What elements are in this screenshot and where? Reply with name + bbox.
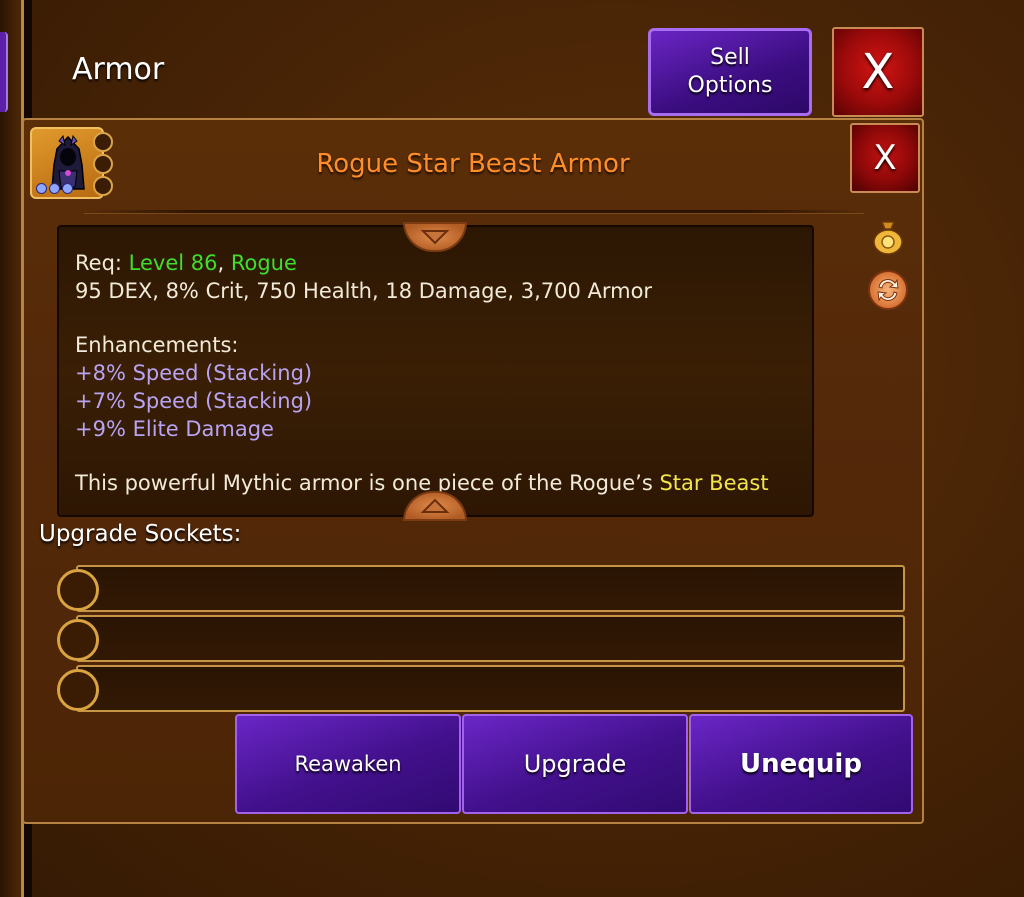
req-class: Rogue	[230, 251, 297, 275]
reawaken-button[interactable]: Reawaken	[235, 714, 461, 814]
set-name: Star Beast	[659, 471, 769, 495]
req-level: Level 86	[128, 251, 218, 275]
gold-bag-icon[interactable]	[868, 216, 908, 256]
gem-icon	[36, 183, 47, 194]
swap-arrows-icon[interactable]	[868, 270, 908, 310]
socket-slot[interactable]	[76, 615, 905, 662]
description-text: This powerful Mythic armor is one piece …	[75, 471, 660, 495]
page-title: Armor	[72, 52, 165, 87]
upgrade-sockets-label: Upgrade Sockets:	[39, 521, 242, 547]
req-separator: ,	[217, 251, 231, 275]
title-divider	[84, 210, 864, 214]
socket-ring-icon[interactable]	[57, 569, 99, 611]
req-prefix: Req:	[75, 251, 129, 275]
gem-row	[36, 183, 73, 194]
triangle-up-icon	[420, 498, 450, 513]
close-button[interactable]: X	[832, 27, 924, 117]
gem-icon	[62, 183, 73, 194]
enhancements-label: Enhancements:	[75, 333, 239, 357]
enhancement-line: +7% Speed (Stacking)	[75, 389, 313, 413]
upgrade-button[interactable]: Upgrade	[462, 714, 688, 814]
enhancement-line: +9% Elite Damage	[75, 417, 274, 441]
item-name: Rogue Star Beast Armor	[316, 149, 630, 179]
icon-socket	[93, 176, 113, 196]
item-description: Req: Level 86, Rogue 95 DEX, 8% Crit, 75…	[75, 249, 800, 497]
triangle-down-icon	[420, 230, 450, 245]
side-tab[interactable]	[0, 32, 8, 112]
item-description-box[interactable]: Req: Level 86, Rogue 95 DEX, 8% Crit, 75…	[57, 225, 814, 517]
socket-slot[interactable]	[76, 565, 905, 612]
socket-ring-icon[interactable]	[57, 669, 99, 711]
socket-slot[interactable]	[76, 665, 905, 712]
gem-icon	[49, 183, 60, 194]
socket-ring-icon[interactable]	[57, 619, 99, 661]
requirement-line: Req: Level 86, Rogue	[75, 249, 800, 277]
unequip-button[interactable]: Unequip	[689, 714, 913, 814]
item-close-button[interactable]: X	[850, 123, 920, 193]
sell-options-button[interactable]: Sell Options	[648, 28, 812, 116]
enhancement-line: +8% Speed (Stacking)	[75, 361, 313, 385]
stats-line: 95 DEX, 8% Crit, 750 Health, 18 Damage, …	[75, 279, 653, 303]
game-screen: Armor Sell Options X Rogue Star Beast Ar…	[0, 0, 1024, 897]
